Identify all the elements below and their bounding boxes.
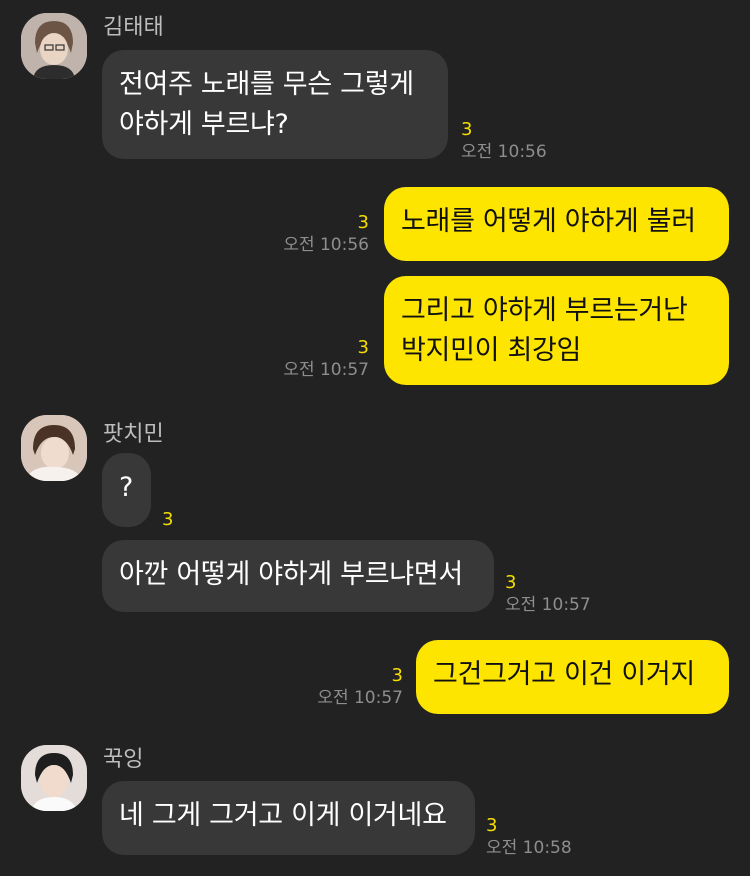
message-time: 오전 10:56 <box>283 235 369 255</box>
message-bubble-incoming[interactable]: 네 그게 그거고 이게 이거네요 <box>102 781 475 855</box>
message-time: 오전 10:57 <box>505 595 591 615</box>
avatar-kkuking[interactable] <box>21 745 87 811</box>
unread-count: 3 <box>391 665 403 686</box>
unread-count: 3 <box>357 212 369 233</box>
unread-count: 3 <box>461 119 473 140</box>
avatar-patchimin[interactable] <box>21 415 87 481</box>
avatar-kimtaetae[interactable] <box>21 13 87 79</box>
message-time: 오전 10:57 <box>317 688 403 708</box>
message-bubble-outgoing[interactable]: 그리고 야하게 부르는거난 박지민이 최강임 <box>384 276 729 385</box>
message-time: 오전 10:58 <box>486 838 572 858</box>
unread-count: 3 <box>505 572 517 593</box>
sender-name: 팟치민 <box>103 422 164 447</box>
message-bubble-incoming[interactable]: 아깐 어떻게 야하게 부르냐면서 <box>102 540 494 612</box>
unread-count: 3 <box>162 509 174 530</box>
unread-count: 3 <box>357 337 369 358</box>
message-time: 오전 10:56 <box>461 142 547 162</box>
sender-name: 꾹잉 <box>103 747 144 772</box>
message-bubble-incoming[interactable]: ? <box>102 453 151 527</box>
sender-name: 김태태 <box>103 15 164 40</box>
message-bubble-incoming[interactable]: 전여주 노래를 무슨 그렇게 야하게 부르냐? <box>102 50 448 159</box>
message-bubble-outgoing[interactable]: 그건그거고 이건 이거지 <box>416 640 729 714</box>
message-time: 오전 10:57 <box>283 360 369 380</box>
unread-count: 3 <box>486 815 498 836</box>
message-bubble-outgoing[interactable]: 노래를 어떻게 야하게 불러 <box>384 187 729 261</box>
